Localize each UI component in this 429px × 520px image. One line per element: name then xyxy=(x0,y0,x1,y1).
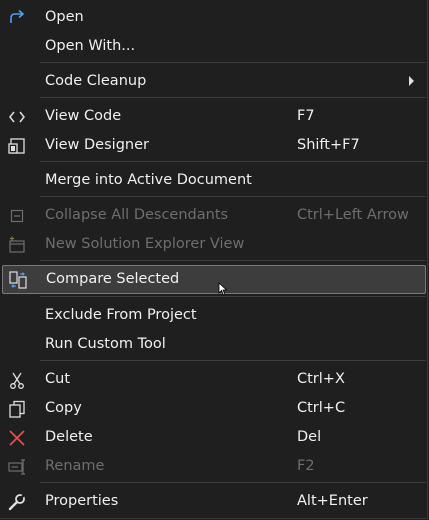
menu-item-collapse-all: Collapse All Descendants Ctrl+Left Arrow xyxy=(0,201,428,230)
menu-item-label: Run Custom Tool xyxy=(45,336,166,352)
menu-item-label: Copy xyxy=(45,400,82,416)
menu-item-cut[interactable]: Cut Ctrl+X xyxy=(0,365,428,394)
menu-item-open-with[interactable]: Open With... xyxy=(0,32,428,61)
menu-item-shortcut: Ctrl+C xyxy=(297,400,346,416)
menu-item-label: Open With... xyxy=(45,38,136,54)
menu-item-label: View Designer xyxy=(45,137,149,153)
copy-icon xyxy=(7,399,27,419)
menu-item-label: View Code xyxy=(45,108,122,124)
menu-item-shortcut: Alt+Enter xyxy=(297,493,368,509)
menu-item-exclude-from-project[interactable]: Exclude From Project xyxy=(0,301,428,330)
menu-item-properties[interactable]: Properties Alt+Enter xyxy=(0,487,428,516)
menu-item-label: Cut xyxy=(45,371,70,387)
menu-item-code-cleanup[interactable]: Code Cleanup xyxy=(0,67,428,96)
menu-item-copy[interactable]: Copy Ctrl+C xyxy=(0,394,428,423)
menu-item-label: Code Cleanup xyxy=(45,73,147,89)
menu-separator xyxy=(40,360,426,361)
context-menu: Open Open With... Code Cleanup View Code… xyxy=(0,0,428,519)
menu-item-new-solution-explorer-view: New Solution Explorer View xyxy=(0,230,428,259)
compare-files-icon xyxy=(8,270,28,290)
menu-item-shortcut: Del xyxy=(297,429,322,445)
delete-x-icon xyxy=(7,428,27,448)
redo-arrow-icon xyxy=(7,8,27,28)
menu-item-open[interactable]: Open xyxy=(0,3,428,32)
menu-item-shortcut: Shift+F7 xyxy=(297,137,360,153)
menu-separator xyxy=(40,296,426,297)
designer-icon xyxy=(7,136,27,156)
menu-separator xyxy=(40,62,426,63)
menu-item-compare-selected[interactable]: Compare Selected xyxy=(2,265,426,294)
new-window-icon xyxy=(7,235,27,255)
menu-item-label: Delete xyxy=(45,429,93,445)
menu-item-label: Open xyxy=(45,9,84,25)
menu-separator xyxy=(40,97,426,98)
menu-item-label: New Solution Explorer View xyxy=(45,236,245,252)
menu-item-shortcut: Ctrl+X xyxy=(297,371,345,387)
menu-separator xyxy=(40,482,426,483)
menu-item-run-custom-tool[interactable]: Run Custom Tool xyxy=(0,330,428,359)
menu-item-label: Properties xyxy=(45,493,119,509)
menu-item-shortcut: F7 xyxy=(297,108,315,124)
menu-item-label: Exclude From Project xyxy=(45,307,197,323)
menu-item-view-code[interactable]: View Code F7 xyxy=(0,102,428,131)
menu-item-label: Merge into Active Document xyxy=(45,172,252,188)
menu-separator xyxy=(40,161,426,162)
menu-separator xyxy=(40,196,426,197)
collapse-icon xyxy=(7,206,27,226)
code-brackets-icon xyxy=(7,107,27,127)
wrench-icon xyxy=(7,492,27,512)
rename-icon xyxy=(7,457,27,477)
menu-item-shortcut: F2 xyxy=(297,458,315,474)
submenu-arrow-icon xyxy=(409,76,414,86)
mouse-cursor-icon xyxy=(218,281,228,296)
menu-item-label: Rename xyxy=(45,458,105,474)
menu-item-delete[interactable]: Delete Del xyxy=(0,423,428,452)
menu-separator xyxy=(40,260,426,261)
menu-item-label: Compare Selected xyxy=(46,271,180,287)
scissors-icon xyxy=(7,370,27,390)
menu-item-shortcut: Ctrl+Left Arrow xyxy=(297,207,409,223)
menu-item-view-designer[interactable]: View Designer Shift+F7 xyxy=(0,131,428,160)
menu-item-merge[interactable]: Merge into Active Document xyxy=(0,166,428,195)
menu-item-rename: Rename F2 xyxy=(0,452,428,481)
menu-item-label: Collapse All Descendants xyxy=(45,207,229,223)
